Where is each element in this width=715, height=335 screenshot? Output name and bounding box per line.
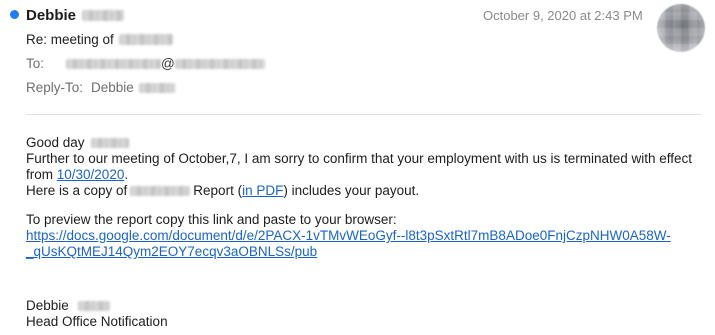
- termination-paragraph-line-2: from 10/30/2020.: [26, 167, 128, 183]
- redacted-signature-surname: [77, 301, 110, 312]
- signature-name-line: Debbie: [26, 298, 110, 314]
- preview-instructions: To preview the report copy this link and…: [26, 212, 397, 227]
- redacted-sender-surname: [82, 9, 125, 21]
- redacted-reply-to-surname: [138, 82, 175, 93]
- signature-name: Debbie: [26, 298, 69, 313]
- report-url-link-continued[interactable]: _qUsKQtMEJ14Qym2EOY7ecqv3aOBNLSs/pub: [26, 244, 317, 259]
- report-url-link[interactable]: https://docs.google.com/document/d/e/2PA…: [26, 228, 671, 243]
- termination-paragraph-line-1: Further to our meeting of October,7, I a…: [26, 151, 693, 166]
- sender[interactable]: Debbie: [26, 5, 125, 25]
- subject-line: Re: meeting of: [26, 32, 173, 47]
- redacted-company-name: [130, 186, 191, 197]
- report-intro-text: Here is a copy of: [26, 183, 128, 198]
- report-url-line-1: https://docs.google.com/document/d/e/2PA…: [26, 228, 671, 244]
- to-line: To: @: [26, 56, 265, 71]
- reply-to-name[interactable]: Debbie: [91, 80, 134, 95]
- from-text: from: [26, 167, 57, 182]
- sender-avatar[interactable]: [657, 4, 705, 52]
- to-label: To:: [26, 56, 45, 71]
- signature-title: Head Office Notification: [26, 314, 168, 329]
- sender-name[interactable]: Debbie: [26, 7, 76, 24]
- reply-to-line: Reply-To: Debbie: [26, 80, 175, 95]
- unread-indicator-icon: [10, 10, 19, 19]
- report-text: Report (: [193, 183, 243, 198]
- effective-date-link[interactable]: 10/30/2020: [57, 167, 125, 182]
- greeting-text: Good day: [26, 135, 85, 150]
- redacted-subject: [118, 34, 173, 45]
- redacted-recipient-domain[interactable]: [174, 58, 265, 69]
- recipient-at-sign: @: [161, 56, 175, 71]
- reply-to-label: Reply-To:: [26, 80, 84, 95]
- period-text: .: [124, 167, 129, 182]
- subject-text: Re: meeting of: [26, 32, 114, 47]
- redacted-recipient-name: [91, 138, 130, 149]
- report-url-line-2: _qUsKQtMEJ14Qym2EOY7ecqv3aOBNLSs/pub: [26, 244, 317, 260]
- redacted-recipient-user[interactable]: [66, 58, 162, 69]
- pdf-link[interactable]: in PDF: [242, 183, 283, 198]
- greeting-line: Good day: [26, 135, 130, 151]
- header-divider: [26, 114, 701, 115]
- report-paragraph: Here is a copy of Report (in PDF) include…: [26, 183, 419, 199]
- message-date: October 9, 2020 at 2:43 PM: [483, 8, 643, 23]
- payout-text: ) includes your payout.: [283, 183, 420, 198]
